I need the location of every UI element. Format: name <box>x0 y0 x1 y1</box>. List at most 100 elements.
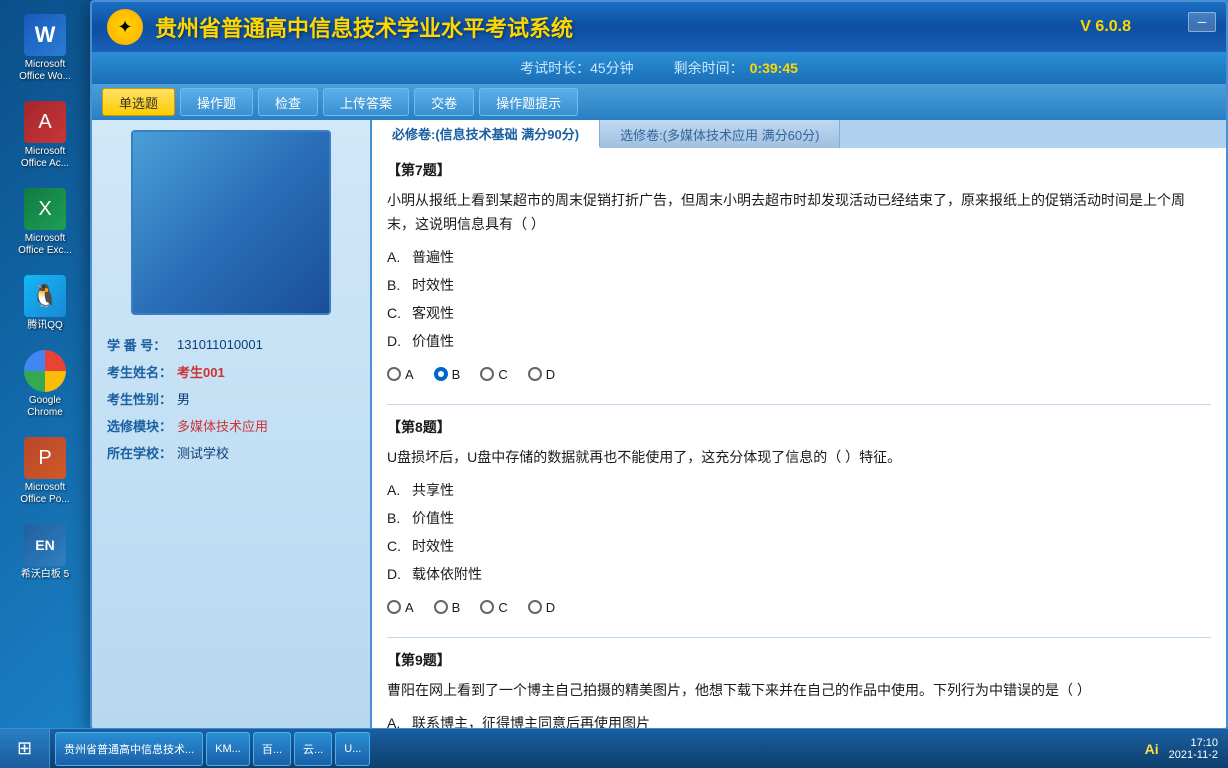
q8-option-a: A. 共享性 <box>387 478 1211 503</box>
q7-radio-b-circle <box>434 367 448 381</box>
q8-option-b: B. 价值性 <box>387 506 1211 531</box>
question-scroll[interactable]: 【第7题】 小明从报纸上看到某超市的周末促销打折广告，但周末小明去超市时却发现活… <box>372 148 1226 730</box>
qq-icon: 🐧 <box>24 275 66 317</box>
timer-bar: 考试时长：45分钟 剩余时间： 0:39:45 <box>92 52 1226 84</box>
desktop-icon-word[interactable]: W MicrosoftOffice Wo... <box>10 10 80 87</box>
window-controls: ─ <box>1188 12 1216 32</box>
desktop-icon-access[interactable]: A MicrosoftOffice Ac... <box>10 97 80 174</box>
excel-icon: X <box>24 188 66 230</box>
chrome-icon <box>24 350 66 392</box>
desktop-icon-ppt[interactable]: P MicrosoftOffice Po... <box>10 433 80 510</box>
app-version: V 6.0.8 <box>1080 18 1131 36</box>
taskbar: ⊞ 贵州省普通高中信息技术... KM... 百... 云... U... Ai… <box>0 728 1228 768</box>
q8-answer-row: A B C D <box>387 596 1211 619</box>
divider-2 <box>387 637 1211 638</box>
q8-radio-a[interactable]: A <box>387 596 414 619</box>
taskbar-item-u-label: U... <box>344 743 361 755</box>
student-school-row: 所在学校： 测试学校 <box>107 443 355 462</box>
q7-radio-a-circle <box>387 367 401 381</box>
tab-required[interactable]: 必修卷:(信息技术基础 满分90分) <box>372 120 600 148</box>
q8-title: 【第8题】 <box>387 415 1211 440</box>
q8-radio-d[interactable]: D <box>528 596 555 619</box>
ppt-label: MicrosoftOffice Po... <box>20 482 69 506</box>
q7-radio-d[interactable]: D <box>528 363 555 386</box>
question-7: 【第7题】 小明从报纸上看到某超市的周末促销打折广告，但周末小明去超市时却发现活… <box>387 158 1211 386</box>
q7-option-b: B. 时效性 <box>387 273 1211 298</box>
student-name-value: 考生001 <box>177 362 225 381</box>
start-button[interactable]: ⊞ <box>0 729 50 768</box>
start-icon: ⊞ <box>17 738 32 759</box>
chrome-label: GoogleChrome <box>27 395 63 419</box>
question-9: 【第9题】 曹阳在网上看到了一个博主自己拍摄的精美图片，他想下载下来并在自己的作… <box>387 648 1211 730</box>
remaining-value: 0:39:45 <box>750 60 798 76</box>
taskbar-item-yun[interactable]: 云... <box>294 732 332 766</box>
q7-option-d: D. 价值性 <box>387 329 1211 354</box>
student-module-row: 选修模块： 多媒体技术应用 <box>107 416 355 435</box>
qq-label: 腾讯QQ <box>27 320 63 332</box>
student-school-label: 所在学校： <box>107 443 177 462</box>
taskbar-items: 贵州省普通高中信息技术... KM... 百... 云... U... <box>50 732 1135 766</box>
excel-label: MicrosoftOffice Exc... <box>18 233 72 257</box>
title-bar: ✦ 贵州省普通高中信息技术学业水平考试系统 V 6.0.8 ─ <box>92 2 1226 52</box>
desktop-icon-en[interactable]: EN 希沃白板 5 <box>10 520 80 585</box>
ai-label: Ai <box>1145 741 1159 757</box>
q8-radio-a-circle <box>387 600 401 614</box>
tab-optional[interactable]: 选修卷:(多媒体技术应用 满分60分) <box>600 120 840 148</box>
student-id-value: 131011010001 <box>177 337 263 352</box>
taskbar-item-km[interactable]: KM... <box>206 732 250 766</box>
divider-1 <box>387 404 1211 405</box>
student-module-value: 多媒体技术应用 <box>177 416 268 435</box>
single-choice-button[interactable]: 单选题 <box>102 88 175 116</box>
desktop-icons: W MicrosoftOffice Wo... A MicrosoftOffic… <box>10 10 80 585</box>
q8-radio-c[interactable]: C <box>480 596 507 619</box>
minimize-button[interactable]: ─ <box>1188 12 1216 32</box>
q7-radio-a[interactable]: A <box>387 363 414 386</box>
access-label: MicrosoftOffice Ac... <box>21 146 69 170</box>
student-gender-row: 考生性别： 男 <box>107 389 355 408</box>
app-window: ✦ 贵州省普通高中信息技术学业水平考试系统 V 6.0.8 ─ 考试时长：45分… <box>90 0 1228 730</box>
q7-radio-c[interactable]: C <box>480 363 507 386</box>
desktop-icon-chrome[interactable]: GoogleChrome <box>10 346 80 423</box>
check-button[interactable]: 检查 <box>258 88 318 116</box>
taskbar-item-km-label: KM... <box>215 743 241 755</box>
en-label: 希沃白板 5 <box>21 569 69 581</box>
remaining-label: 剩余时间： <box>674 58 744 78</box>
q8-option-c: C. 时效性 <box>387 534 1211 559</box>
q8-radio-b[interactable]: B <box>434 596 461 619</box>
taskbar-item-exam-label: 贵州省普通高中信息技术... <box>64 741 194 757</box>
upload-button[interactable]: 上传答案 <box>323 88 409 116</box>
q7-option-c: C. 客观性 <box>387 301 1211 326</box>
taskbar-item-bai[interactable]: 百... <box>253 732 291 766</box>
submit-button[interactable]: 交卷 <box>414 88 474 116</box>
taskbar-item-exam[interactable]: 贵州省普通高中信息技术... <box>55 732 203 766</box>
q7-text: 小明从报纸上看到某超市的周末促销打折广告，但周末小明去超市时却发现活动已经结束了… <box>387 189 1211 237</box>
student-school-value: 测试学校 <box>177 443 229 462</box>
q9-title: 【第9题】 <box>387 648 1211 673</box>
en-icon: EN <box>24 524 66 566</box>
student-gender-label: 考生性别： <box>107 389 177 408</box>
taskbar-item-u[interactable]: U... <box>335 732 370 766</box>
q8-option-d: D. 载体依附性 <box>387 562 1211 587</box>
student-id-label: 学 番 号： <box>107 335 177 354</box>
duration-label: 考试时长：45分钟 <box>520 58 634 78</box>
q7-radio-d-circle <box>528 367 542 381</box>
exam-duration: 考试时长：45分钟 <box>520 58 634 78</box>
desktop-icon-excel[interactable]: X MicrosoftOffice Exc... <box>10 184 80 261</box>
operation-hint-button[interactable]: 操作题提示 <box>479 88 578 116</box>
taskbar-item-bai-label: 百... <box>262 741 282 757</box>
access-icon: A <box>24 101 66 143</box>
student-module-label: 选修模块： <box>107 416 177 435</box>
q7-title: 【第7题】 <box>387 158 1211 183</box>
desktop-icon-qq[interactable]: 🐧 腾讯QQ <box>10 271 80 336</box>
operation-button[interactable]: 操作题 <box>180 88 253 116</box>
sidebar: 学 番 号： 131011010001 考生姓名： 考生001 考生性别： 男 … <box>92 120 372 730</box>
content-area: 学 番 号： 131011010001 考生姓名： 考生001 考生性别： 男 … <box>92 120 1226 730</box>
ppt-icon: P <box>24 437 66 479</box>
clock-date: 2021-11-2 <box>1169 749 1218 761</box>
q8-radio-b-circle <box>434 600 448 614</box>
q7-radio-b[interactable]: B <box>434 363 461 386</box>
taskbar-tray: Ai 17:10 2021-11-2 <box>1135 737 1228 761</box>
remaining-time: 剩余时间： 0:39:45 <box>674 58 798 78</box>
student-info: 学 番 号： 131011010001 考生姓名： 考生001 考生性别： 男 … <box>102 330 360 475</box>
q7-option-a: A. 普遍性 <box>387 245 1211 270</box>
